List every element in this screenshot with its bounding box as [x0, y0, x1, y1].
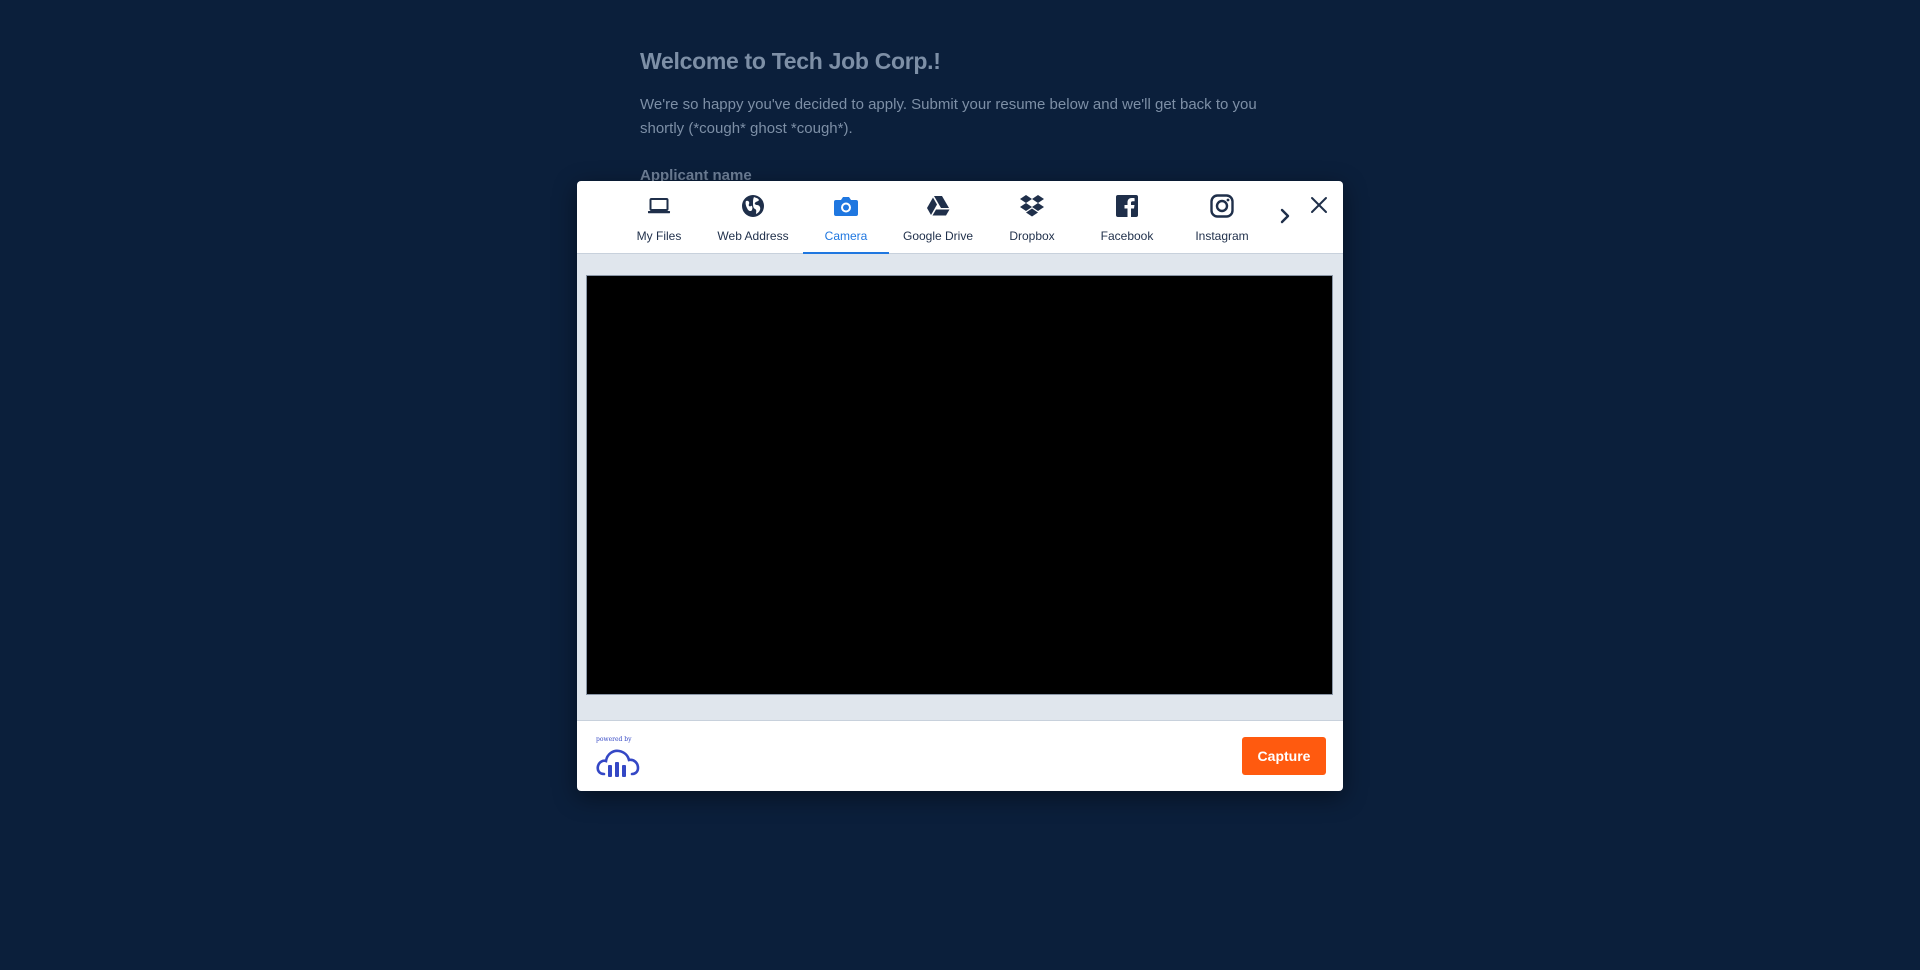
application-page: Welcome to Tech Job Corp.! We're so happ…: [640, 48, 1280, 184]
tab-label: Camera: [824, 229, 868, 243]
powered-by-text: powered by: [596, 736, 632, 743]
tab-label: Instagram: [1195, 229, 1249, 243]
camera-panel: [577, 254, 1343, 721]
tab-facebook[interactable]: Facebook: [1084, 181, 1170, 254]
tab-dropbox[interactable]: Dropbox: [989, 181, 1075, 254]
intro-text: We're so happy you've decided to apply. …: [640, 96, 1257, 137]
tab-my-files[interactable]: My Files: [616, 181, 702, 254]
more-sources-button[interactable]: [1275, 203, 1295, 229]
cloud-logo-icon: [596, 749, 640, 777]
tab-instagram[interactable]: Instagram: [1179, 181, 1265, 254]
facebook-icon: [1084, 193, 1170, 219]
tab-label: Web Address: [717, 229, 789, 243]
tab-label: Google Drive: [902, 229, 974, 243]
file-picker-modal: My Files Web Address Camera Google Drive…: [577, 181, 1343, 791]
tab-web-address[interactable]: Web Address: [710, 181, 796, 254]
chevron-right-icon: [1280, 208, 1290, 224]
powered-by-badge[interactable]: powered by: [596, 736, 642, 778]
close-icon: [1311, 197, 1327, 213]
instagram-icon: [1179, 193, 1265, 219]
page-title: Welcome to Tech Job Corp.!: [640, 48, 941, 74]
camera-preview: [586, 275, 1333, 695]
close-button[interactable]: [1307, 193, 1331, 217]
dropbox-icon: [989, 193, 1075, 219]
tab-label: My Files: [636, 229, 682, 243]
capture-button[interactable]: Capture: [1242, 737, 1326, 775]
tab-label: Facebook: [1100, 229, 1154, 243]
camera-icon: [803, 193, 889, 219]
globe-icon: [710, 193, 796, 219]
tab-camera[interactable]: Camera: [803, 181, 889, 254]
laptop-icon: [616, 193, 702, 219]
tab-google-drive[interactable]: Google Drive: [895, 181, 981, 254]
tab-label: Dropbox: [1009, 229, 1055, 243]
source-tab-bar: My Files Web Address Camera Google Drive…: [577, 181, 1343, 254]
google-drive-icon: [895, 193, 981, 219]
modal-footer: powered by Capture: [577, 721, 1343, 791]
